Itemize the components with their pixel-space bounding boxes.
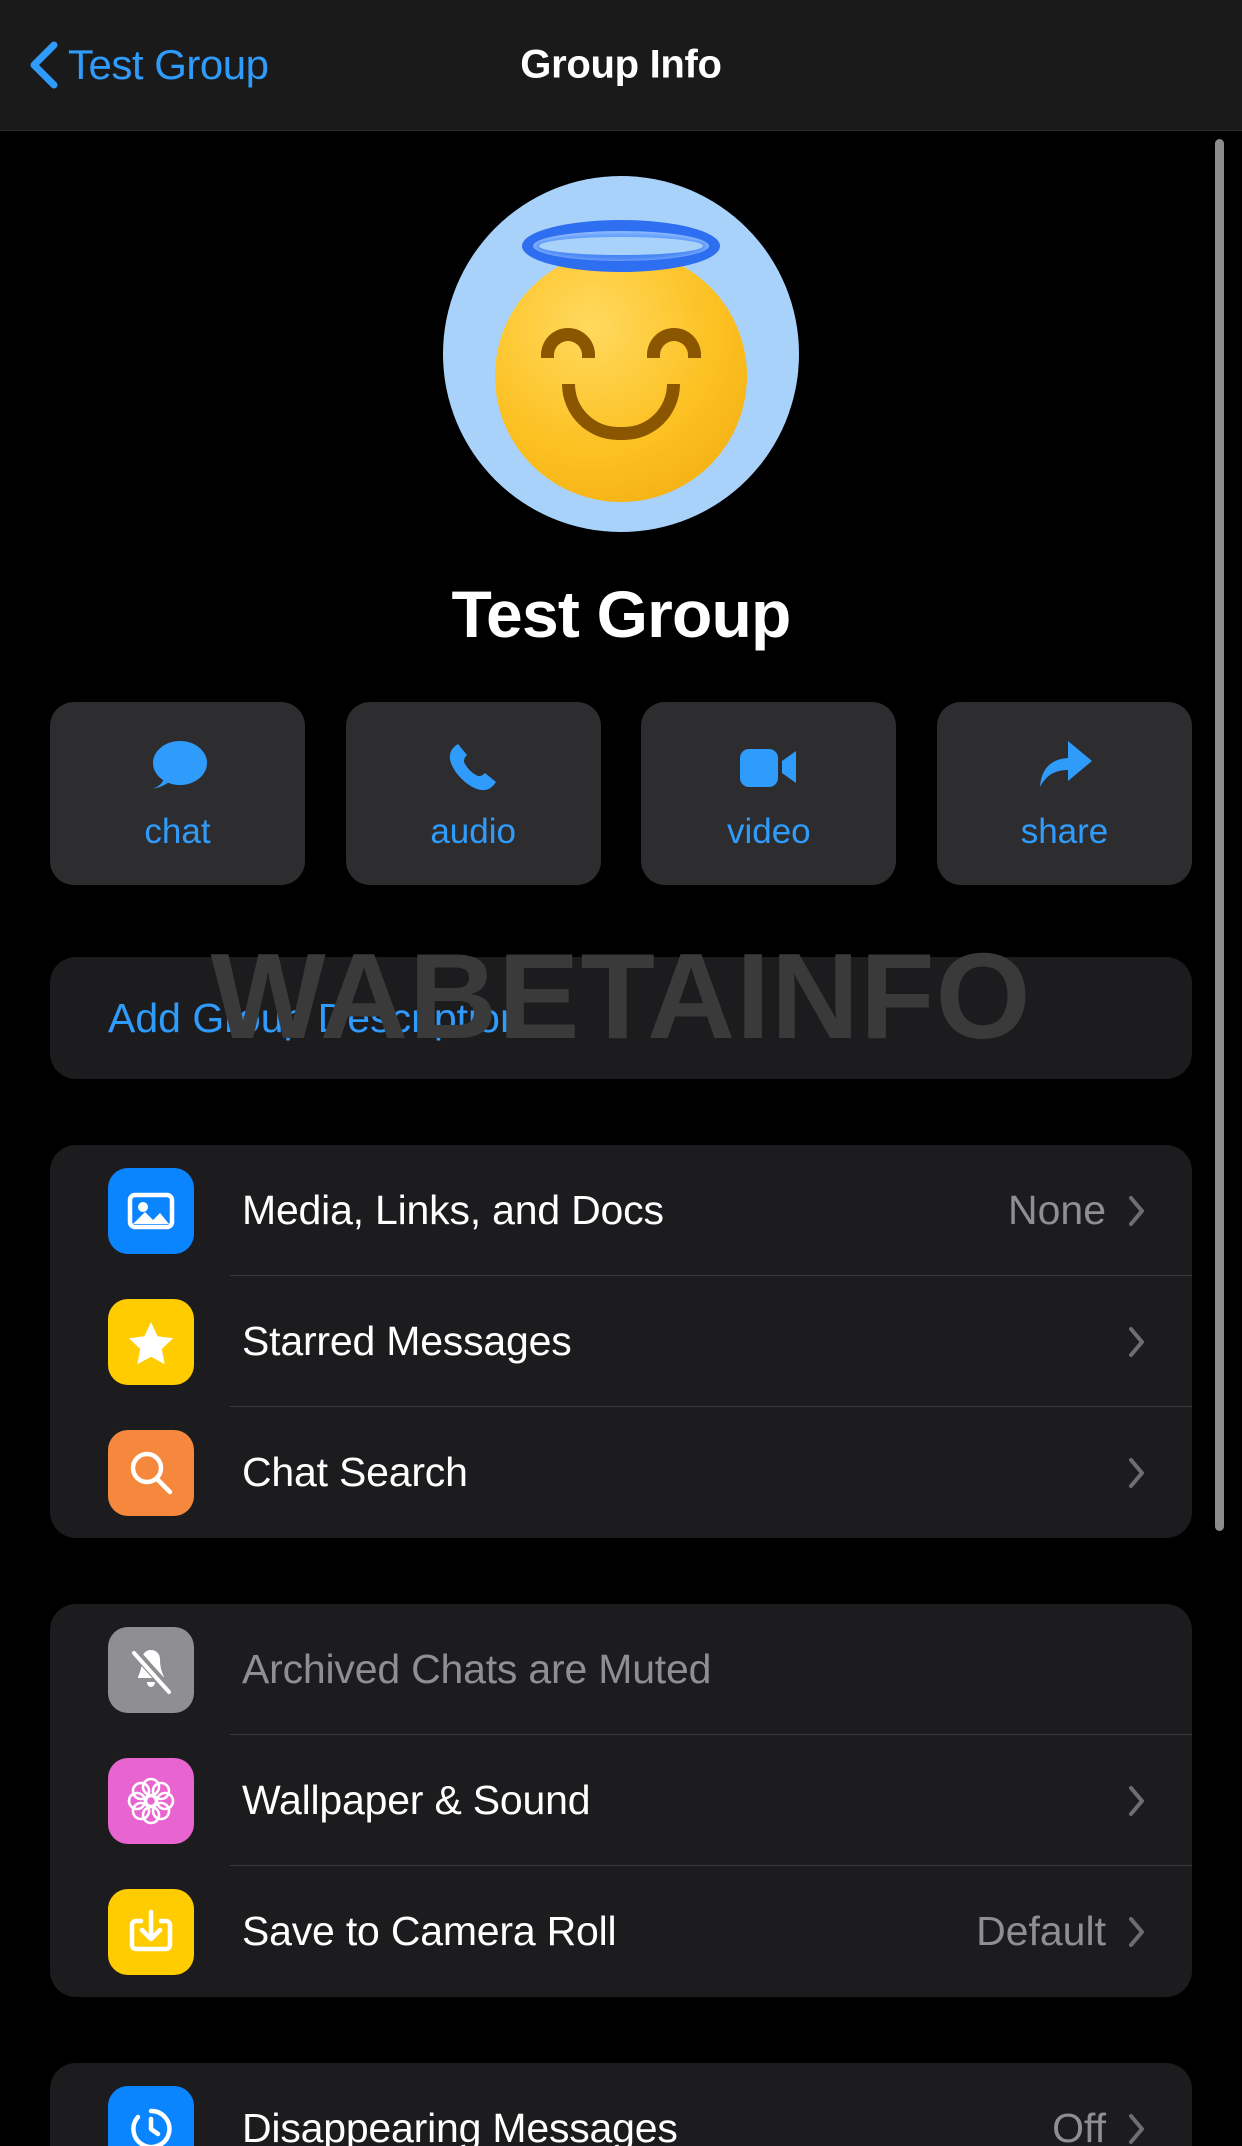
- video-button-label: video: [726, 811, 811, 851]
- chat-button[interactable]: chat: [50, 702, 305, 885]
- star-icon: [108, 1298, 194, 1385]
- photo-icon: [108, 1167, 194, 1254]
- row-value: None: [1007, 1187, 1106, 1233]
- video-button[interactable]: video: [641, 702, 897, 885]
- smiling-face-with-halo-emoji: [495, 250, 747, 502]
- audio-button[interactable]: audio: [345, 702, 601, 885]
- download-icon: [108, 1888, 194, 1975]
- row-value: Off: [1052, 2105, 1106, 2146]
- row-media-links-docs[interactable]: Media, Links, and Docs None: [50, 1145, 1192, 1276]
- phone-icon: [444, 736, 502, 798]
- content-scroll-area: Test Group WABETAINFO chat audio video s…: [0, 131, 1242, 2146]
- row-wallpaper-and-sound[interactable]: Wallpaper & Sound: [50, 1735, 1192, 1866]
- chevron-right-icon: [1128, 1785, 1146, 1817]
- chevron-right-icon: [1128, 1195, 1146, 1227]
- section-settings: Archived Chats are Muted Wallpaper & Sou…: [50, 1604, 1192, 1997]
- row-disappearing-messages[interactable]: Disappearing Messages Off: [50, 2063, 1192, 2146]
- group-name: Test Group: [451, 577, 791, 651]
- add-group-description-label: Add Group Description: [108, 994, 523, 1041]
- row-label: Chat Search: [242, 1449, 468, 1495]
- row-value: Default: [976, 1908, 1106, 1954]
- section-media: Media, Links, and Docs None Starred Mess…: [50, 1145, 1192, 1538]
- flower-icon: [108, 1757, 194, 1844]
- bell-slash-icon: [108, 1626, 194, 1713]
- audio-button-label: audio: [430, 811, 516, 851]
- row-label: Wallpaper & Sound: [242, 1777, 591, 1823]
- row-label: Archived Chats are Muted: [242, 1646, 712, 1692]
- share-button[interactable]: share: [936, 702, 1192, 885]
- avatar[interactable]: [443, 176, 799, 532]
- row-label: Save to Camera Roll: [242, 1908, 617, 1954]
- row-save-to-camera-roll[interactable]: Save to Camera Roll Default: [50, 1866, 1192, 1997]
- halo-icon: [522, 220, 720, 272]
- chat-button-label: chat: [144, 811, 211, 851]
- chevron-right-icon: [1128, 1326, 1146, 1358]
- add-group-description-row[interactable]: Add Group Description: [50, 957, 1192, 1079]
- chevron-left-icon: [28, 41, 58, 89]
- section-privacy: Disappearing Messages Off: [50, 2063, 1192, 2146]
- share-arrow-icon: [1034, 736, 1094, 798]
- row-starred-messages[interactable]: Starred Messages: [50, 1276, 1192, 1407]
- back-button-label: Test Group: [68, 41, 269, 88]
- back-button[interactable]: Test Group: [28, 41, 269, 89]
- search-icon: [108, 1429, 194, 1516]
- row-label: Starred Messages: [242, 1318, 572, 1364]
- chevron-right-icon: [1128, 1457, 1146, 1489]
- chevron-right-icon: [1128, 1916, 1146, 1948]
- row-archived-chats-muted[interactable]: Archived Chats are Muted: [50, 1604, 1192, 1735]
- share-button-label: share: [1020, 811, 1109, 851]
- timer-icon: [108, 2085, 194, 2146]
- row-label: Media, Links, and Docs: [242, 1187, 664, 1233]
- row-label: Disappearing Messages: [242, 2105, 678, 2146]
- video-camera-icon: [738, 736, 800, 798]
- row-chat-search[interactable]: Chat Search: [50, 1407, 1192, 1538]
- chevron-right-icon: [1128, 2113, 1146, 2145]
- action-button-row: chat audio video share: [0, 702, 1242, 885]
- chat-bubble-icon: [147, 736, 209, 798]
- navigation-bar: Test Group Group Info: [0, 0, 1242, 131]
- group-avatar-container: [0, 131, 1242, 532]
